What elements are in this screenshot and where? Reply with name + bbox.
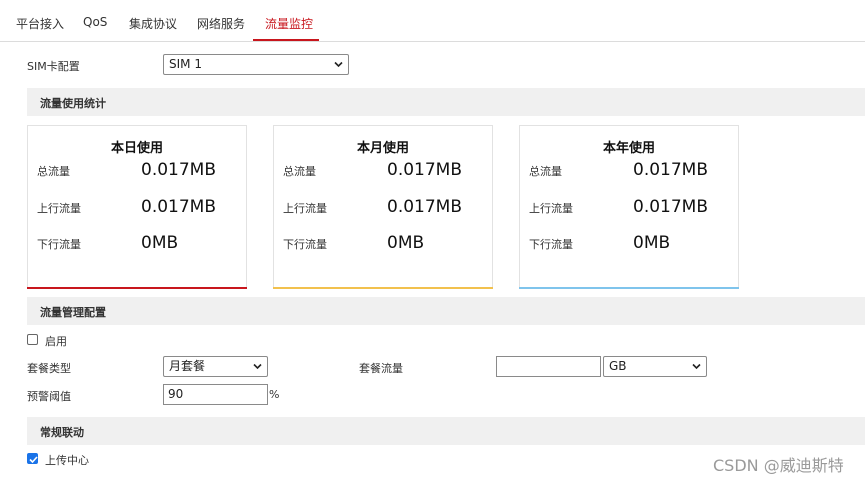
total-flow-label: 总流量 [529, 165, 562, 178]
card-accent-line [273, 287, 493, 289]
downstream-flow-value: 0MB [633, 233, 671, 253]
package-flow-unit-select[interactable]: GB [603, 356, 707, 377]
card-title: 本日使用 [110, 141, 163, 156]
upstream-flow-label: 上行流量 [283, 202, 327, 215]
linkage-section-header: 常规联动 [27, 417, 865, 445]
total-flow-label: 总流量 [37, 165, 70, 178]
enable-label: 启用 [45, 335, 67, 348]
upload-center-label: 上传中心 [45, 454, 89, 467]
tab-network-service[interactable]: 网络服务 [197, 15, 245, 32]
sim-select-value: SIM 1 [169, 57, 202, 71]
package-flow-input[interactable] [496, 356, 601, 377]
total-flow-value: 0.017MB [633, 160, 708, 180]
card-accent-line [519, 287, 739, 289]
linkage-section-title: 常规联动 [40, 426, 84, 439]
sim-config-label: SIM卡配置 [27, 60, 80, 73]
enable-checkbox[interactable] [27, 334, 38, 345]
stats-section-title: 流量使用统计 [40, 97, 106, 110]
total-flow-label: 总流量 [283, 165, 316, 178]
tab-platform-access[interactable]: 平台接入 [16, 15, 64, 32]
upstream-flow-label: 上行流量 [529, 202, 573, 215]
card-title: 本年使用 [602, 141, 655, 156]
yearly-usage-card: 本年使用 总流量 0.017MB 上行流量 0.017MB 下行流量 0MB [519, 125, 739, 289]
tab-bar: 平台接入 QoS 集成协议 网络服务 流量监控 [0, 0, 865, 42]
sim-select[interactable]: SIM 1 [163, 54, 349, 75]
mgmt-section-header: 流量管理配置 [27, 297, 865, 325]
mgmt-section-title: 流量管理配置 [40, 306, 106, 319]
total-flow-value: 0.017MB [387, 160, 462, 180]
package-type-value: 月套餐 [169, 359, 206, 373]
card-title: 本月使用 [356, 141, 409, 156]
active-tab-indicator [253, 39, 319, 41]
downstream-flow-value: 0MB [141, 233, 179, 253]
package-type-label: 套餐类型 [27, 362, 71, 375]
downstream-flow-label: 下行流量 [37, 238, 81, 251]
monthly-usage-card: 本月使用 总流量 0.017MB 上行流量 0.017MB 下行流量 0MB [273, 125, 493, 289]
warning-threshold-input[interactable]: 90 [163, 384, 268, 405]
card-accent-line [27, 287, 247, 289]
package-flow-label: 套餐流量 [359, 362, 403, 375]
chevron-down-icon [334, 61, 343, 68]
downstream-flow-label: 下行流量 [529, 238, 573, 251]
watermark: CSDN @威迪斯特 [713, 456, 844, 475]
upstream-flow-value: 0.017MB [633, 197, 708, 217]
package-type-select[interactable]: 月套餐 [163, 356, 268, 377]
upload-center-checkbox[interactable] [27, 453, 38, 464]
upstream-flow-label: 上行流量 [37, 202, 81, 215]
package-flow-unit-value: GB [609, 359, 627, 373]
upstream-flow-value: 0.017MB [387, 197, 462, 217]
tab-qos[interactable]: QoS [83, 15, 107, 29]
chevron-down-icon [692, 363, 701, 370]
checkmark-icon [29, 456, 38, 464]
tab-integration-protocol[interactable]: 集成协议 [129, 15, 177, 32]
percent-unit: % [269, 388, 280, 401]
warning-threshold-label: 预警阈值 [27, 390, 71, 403]
tab-traffic-monitor[interactable]: 流量监控 [265, 15, 313, 32]
downstream-flow-value: 0MB [387, 233, 425, 253]
daily-usage-card: 本日使用 总流量 0.017MB 上行流量 0.017MB 下行流量 0MB [27, 125, 247, 289]
total-flow-value: 0.017MB [141, 160, 216, 180]
stats-section-header: 流量使用统计 [27, 88, 865, 116]
downstream-flow-label: 下行流量 [283, 238, 327, 251]
upstream-flow-value: 0.017MB [141, 197, 216, 217]
chevron-down-icon [253, 363, 262, 370]
